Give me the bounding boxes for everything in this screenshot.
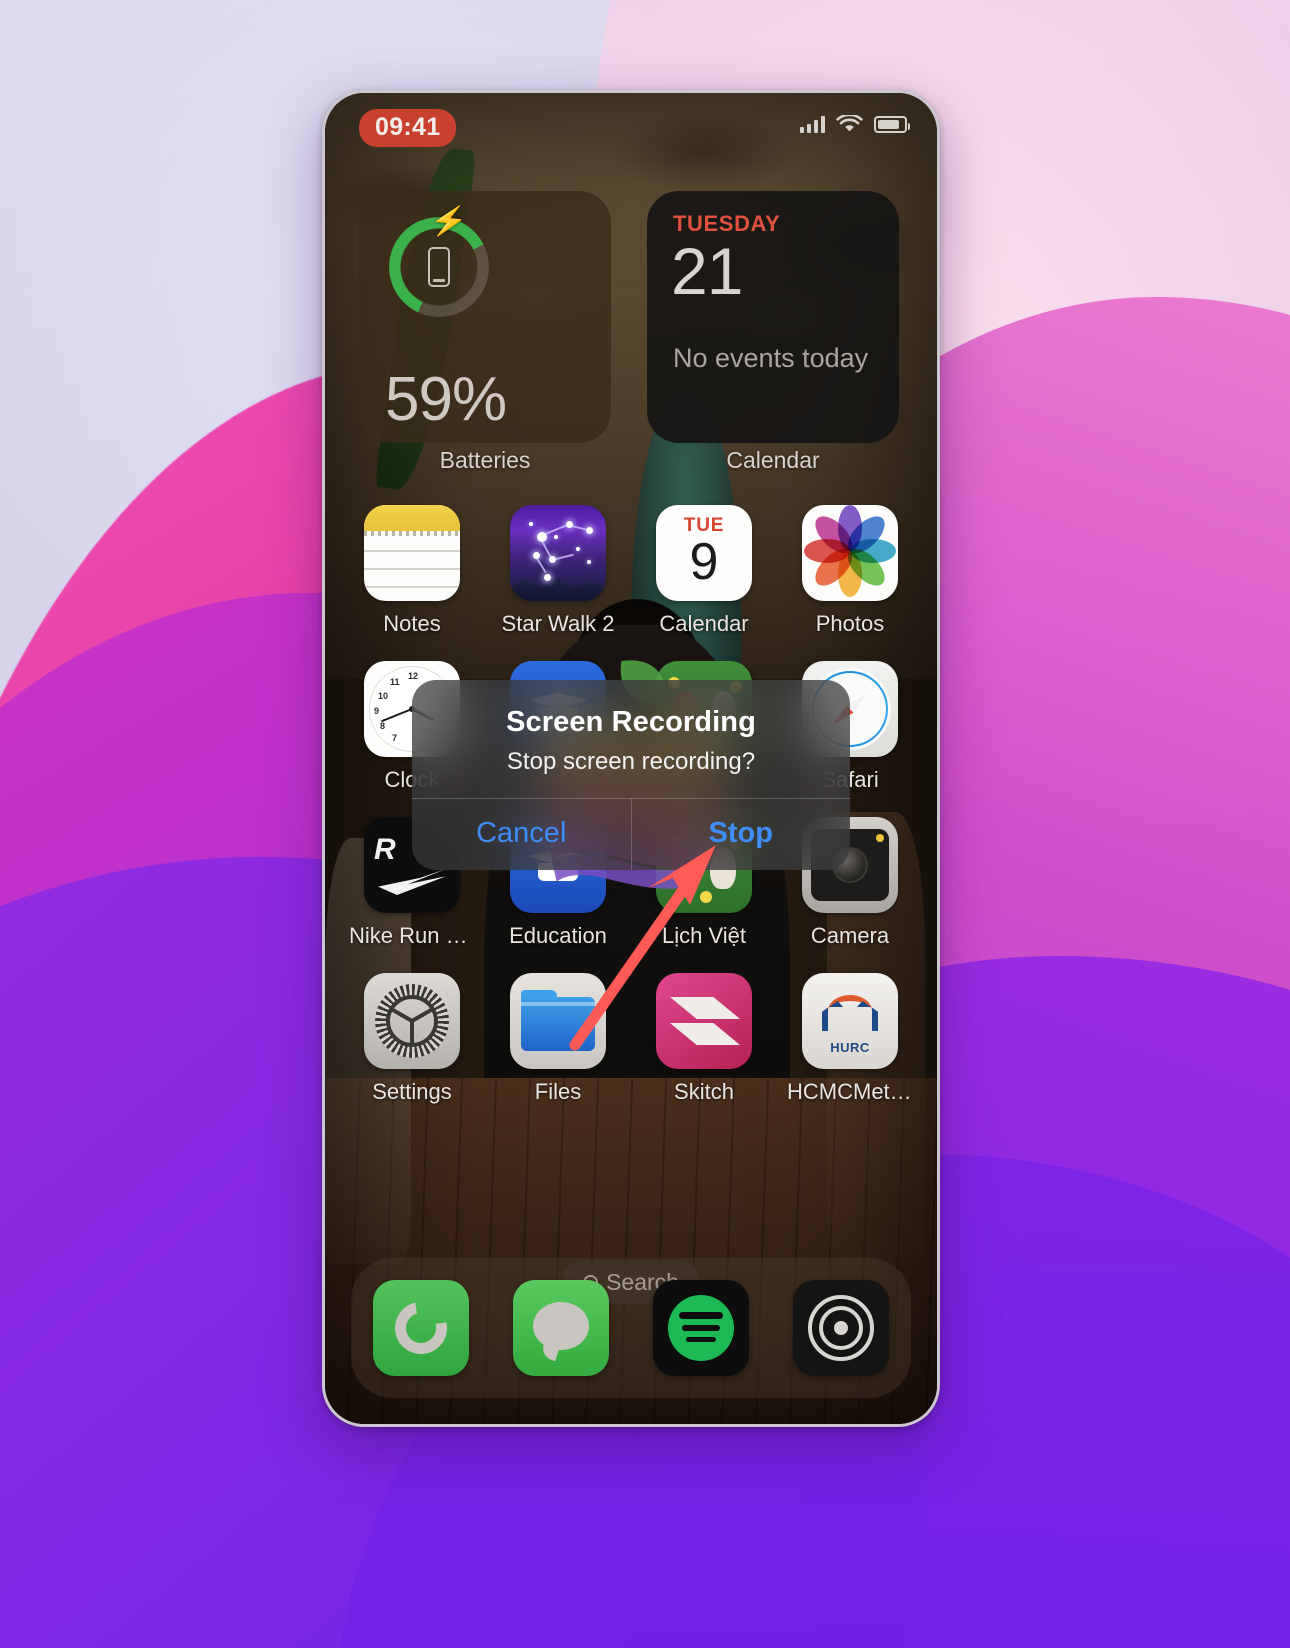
app-label: Camera	[810, 923, 890, 948]
charging-bolt-icon: ⚡	[428, 203, 470, 240]
iphone-screen: 09:41 ⚡ 59% Batteries TUESDAY 21 No even…	[325, 93, 937, 1424]
photos-icon[interactable]	[802, 505, 898, 601]
app-label: Notes	[383, 611, 441, 636]
app-label: Settings	[372, 1079, 452, 1104]
app-label: Photos	[815, 611, 885, 636]
stop-button[interactable]: Stop	[630, 799, 851, 870]
alert-body: Screen Recording Stop screen recording?	[412, 680, 850, 798]
app-label: HCMCMetroH...	[787, 1079, 913, 1104]
battery-icon	[874, 116, 910, 133]
app-files[interactable]: Files	[497, 973, 619, 1105]
battery-percent: 59%	[385, 365, 507, 434]
hurc-icon[interactable]: HURC	[802, 973, 898, 1069]
app-label: Nike Run Club	[349, 923, 475, 948]
star-walk-icon[interactable]	[510, 505, 606, 601]
skitch-icon[interactable]	[656, 973, 752, 1069]
screen-recording-alert: Screen Recording Stop screen recording? …	[412, 680, 850, 870]
app-star-walk-2[interactable]: Star Walk 2	[497, 505, 619, 637]
cancel-button[interactable]: Cancel	[412, 799, 631, 870]
podcasts-icon[interactable]	[793, 1280, 889, 1376]
batteries-widget[interactable]: ⚡ 59%	[359, 191, 611, 443]
app-skitch[interactable]: Skitch	[643, 973, 765, 1105]
app-label: Files	[534, 1079, 582, 1104]
app-label: Skitch	[674, 1079, 734, 1104]
calendar-widget-events: No events today	[673, 343, 869, 373]
calendar-widget[interactable]: TUESDAY 21 No events today	[647, 191, 899, 443]
spotify-icon[interactable]	[653, 1280, 749, 1376]
app-label: Calendar	[659, 611, 749, 636]
hurc-icon-text: HURC	[830, 1040, 870, 1055]
app-row: Settings Files Skitch HURC HCMCMetro	[351, 973, 913, 1105]
iphone-device-frame: 09:41 ⚡ 59% Batteries TUESDAY 21 No even…	[322, 90, 940, 1427]
batteries-widget-label: Batteries	[439, 447, 531, 473]
status-bar: 09:41	[325, 93, 937, 155]
app-settings[interactable]: Settings	[351, 973, 473, 1105]
alert-button-row: Cancel Stop	[412, 798, 850, 870]
settings-icon[interactable]	[364, 973, 460, 1069]
calendar-icon-day: 9	[689, 533, 719, 591]
calendar-icon[interactable]: TUE 9	[656, 505, 752, 601]
app-row: Notes Star Walk 2 TUE 9 Calendar Photos	[351, 505, 911, 637]
app-label: Star Walk 2	[501, 611, 615, 636]
calendar-widget-daynumber: 21	[671, 234, 743, 308]
notes-icon[interactable]	[364, 505, 460, 601]
alert-message: Stop screen recording?	[506, 748, 756, 775]
iphone-glyph-icon	[428, 247, 450, 287]
messages-icon[interactable]	[513, 1280, 609, 1376]
app-label: Education	[509, 923, 607, 948]
files-icon[interactable]	[510, 973, 606, 1069]
dock	[351, 1258, 911, 1398]
wifi-icon	[836, 115, 863, 132]
battery-ring: ⚡	[389, 203, 489, 317]
status-bar-right-cluster	[800, 115, 910, 134]
app-calendar[interactable]: TUE 9 Calendar	[643, 505, 765, 637]
recording-time-indicator[interactable]: 09:41	[359, 109, 457, 147]
app-notes[interactable]: Notes	[351, 505, 473, 637]
alert-title: Screen Recording	[506, 706, 756, 738]
phone-icon[interactable]	[373, 1280, 469, 1376]
widget-row: ⚡ 59% Batteries TUESDAY 21 No events tod…	[325, 191, 937, 473]
app-hcmcmetro[interactable]: HURC HCMCMetroH...	[787, 973, 913, 1105]
app-photos[interactable]: Photos	[789, 505, 911, 637]
signal-bars-icon	[800, 116, 825, 133]
app-label: Lịch Việt	[662, 923, 746, 948]
calendar-widget-label: Calendar	[726, 447, 820, 473]
